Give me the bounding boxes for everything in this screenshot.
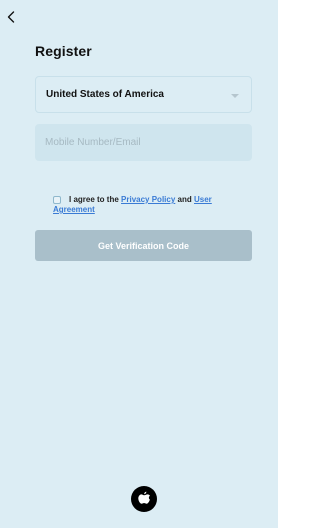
country-select[interactable]: United States of America	[35, 76, 252, 113]
apple-logo-icon	[138, 491, 150, 504]
get-verification-code-button[interactable]: Get Verification Code	[35, 230, 252, 261]
mobile-email-input[interactable]	[35, 124, 252, 161]
agreement-prefix: I agree to the	[69, 195, 119, 204]
apple-sign-in-button[interactable]	[131, 486, 157, 512]
agreement-connector: and	[177, 195, 192, 204]
register-screen: Register United States of America I agre…	[0, 0, 278, 528]
agreement-checkbox[interactable]	[53, 196, 61, 204]
agreement-row: I agree to the Privacy Policy and User A…	[53, 195, 248, 215]
get-verification-code-label: Get Verification Code	[97, 240, 190, 251]
chevron-left-icon	[7, 11, 15, 23]
page-title: Register	[35, 43, 92, 59]
privacy-policy-link[interactable]: Privacy Policy	[121, 195, 175, 204]
back-button[interactable]	[3, 8, 19, 26]
chevron-down-icon	[231, 93, 239, 98]
country-select-value: United States of America	[46, 89, 164, 100]
